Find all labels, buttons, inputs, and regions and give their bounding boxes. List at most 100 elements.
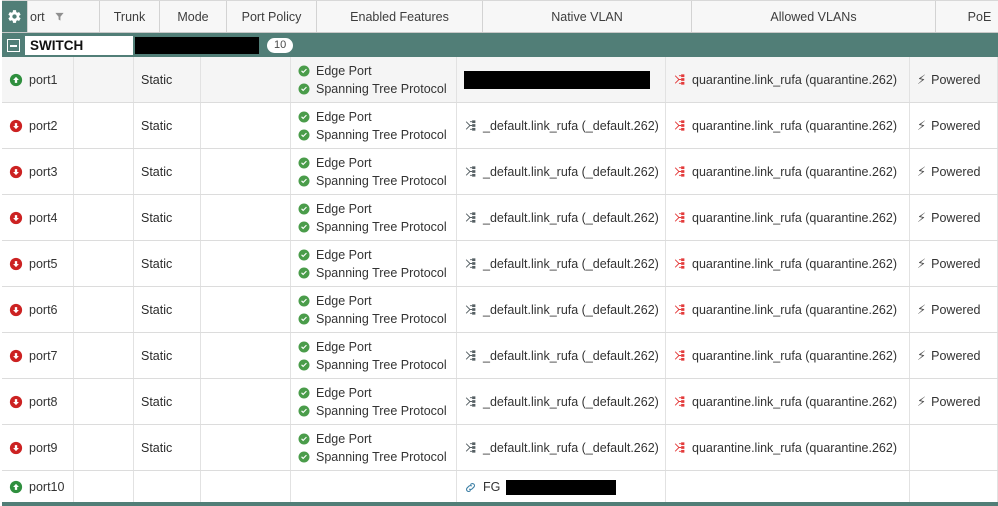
port-down-icon	[9, 211, 23, 225]
port-name: port1	[29, 72, 58, 87]
redacted-native-vlan	[506, 479, 617, 495]
enabled-feature: Spanning Tree Protocol	[298, 450, 447, 464]
port-down-icon	[9, 349, 23, 363]
cell-trunk	[74, 149, 134, 194]
table-row[interactable]: port3 Static Edge Port Spanning Tree Protoc…	[2, 149, 998, 195]
cell-trunk	[74, 103, 134, 148]
cell-mode: Static	[134, 287, 201, 332]
vlan-network-icon	[673, 303, 686, 316]
poe-status-label: Powered	[931, 302, 981, 317]
enabled-feature: Spanning Tree Protocol	[298, 174, 447, 188]
gear-icon	[7, 9, 22, 24]
cell-port[interactable]: port2	[2, 103, 74, 148]
column-header-trunk[interactable]: Trunk	[100, 1, 160, 32]
check-circle-icon	[298, 65, 310, 77]
table-row[interactable]: port8 Static Edge Port Spanning Tree Protoc…	[2, 379, 998, 425]
cell-port-policy	[201, 471, 291, 503]
link-icon	[464, 481, 477, 494]
table-row[interactable]: port5 Static Edge Port Spanning Tree Protoc…	[2, 241, 998, 287]
column-header-poe[interactable]: PoE	[936, 1, 998, 32]
bolt-icon: ⚡	[917, 72, 927, 87]
cell-enabled-features: Edge Port Spanning Tree Protocol	[291, 287, 457, 332]
cell-trunk	[74, 57, 134, 102]
vlan-network-icon	[464, 441, 477, 454]
cell-port-policy	[201, 333, 291, 378]
cell-port[interactable]: port1	[2, 57, 74, 102]
cell-trunk	[74, 195, 134, 240]
cell-native-vlan: FG	[457, 471, 666, 503]
column-header-native-vlan[interactable]: Native VLAN	[483, 1, 692, 32]
cell-port-policy	[201, 241, 291, 286]
table-row[interactable]: port2 Static Edge Port Spanning Tree Protoc…	[2, 103, 998, 149]
cell-port[interactable]: port10	[2, 471, 74, 503]
poe-status: ⚡ Powered	[917, 119, 980, 133]
cell-port-policy	[201, 57, 291, 102]
cell-port-policy	[201, 379, 291, 424]
column-header-port[interactable]: ort	[28, 1, 100, 32]
cell-port[interactable]: port8	[2, 379, 74, 424]
check-circle-icon	[298, 221, 310, 233]
cell-allowed-vlans: quarantine.link_rufa (quarantine.262)	[666, 149, 910, 194]
bolt-icon: ⚡	[917, 118, 927, 133]
cell-port-policy	[201, 425, 291, 470]
column-settings-button[interactable]	[2, 1, 28, 32]
allowed-vlan-label: quarantine.link_rufa (quarantine.262)	[692, 118, 897, 133]
cell-port[interactable]: port3	[2, 149, 74, 194]
enabled-feature: Spanning Tree Protocol	[298, 404, 447, 418]
allowed-vlan-label: quarantine.link_rufa (quarantine.262)	[692, 72, 897, 87]
cell-port[interactable]: port9	[2, 425, 74, 470]
cell-native-vlan: _default.link_rufa (_default.262)	[457, 241, 666, 286]
port-name: port3	[29, 164, 58, 179]
table-body: port1 Static Edge Port Spanning Tree Protoc…	[2, 57, 998, 504]
vlan-network-icon	[464, 395, 477, 408]
native-vlan-label: _default.link_rufa (_default.262)	[483, 164, 659, 179]
table-row[interactable]: port9 Static Edge Port Spanning Tree Protoc…	[2, 425, 998, 471]
enabled-feature-label: Edge Port	[316, 385, 372, 400]
cell-port[interactable]: port6	[2, 287, 74, 332]
allowed-vlan-label: quarantine.link_rufa (quarantine.262)	[692, 256, 897, 271]
vlan-network-icon	[673, 165, 686, 178]
column-header-mode[interactable]: Mode	[160, 1, 227, 32]
allowed-vlan-label: quarantine.link_rufa (quarantine.262)	[692, 164, 897, 179]
enabled-feature-label: Edge Port	[316, 155, 372, 170]
filter-icon[interactable]	[54, 11, 65, 22]
cell-enabled-features: Edge Port Spanning Tree Protocol	[291, 379, 457, 424]
column-header-enabled-features[interactable]: Enabled Features	[317, 1, 483, 32]
table-row[interactable]: port4 Static Edge Port Spanning Tree Protoc…	[2, 195, 998, 241]
cell-native-vlan: _default.link_rufa (_default.262)	[457, 333, 666, 378]
vlan-network-icon	[464, 257, 477, 270]
cell-port[interactable]: port4	[2, 195, 74, 240]
check-circle-icon	[298, 175, 310, 187]
table-row[interactable]: port10 FG	[2, 471, 998, 504]
cell-native-vlan: _default.link_rufa (_default.262)	[457, 149, 666, 194]
group-row-switch[interactable]: SWITCH 10	[2, 33, 998, 57]
table-row[interactable]: port6 Static Edge Port Spanning Tree Protoc…	[2, 287, 998, 333]
cell-enabled-features: Edge Port Spanning Tree Protocol	[291, 425, 457, 470]
allowed-vlan-label: quarantine.link_rufa (quarantine.262)	[692, 348, 897, 363]
check-circle-icon	[298, 111, 310, 123]
native-vlan-value: _default.link_rufa (_default.262)	[464, 165, 659, 179]
allowed-vlan-value: quarantine.link_rufa (quarantine.262)	[673, 165, 897, 179]
table-row[interactable]: port1 Static Edge Port Spanning Tree Protoc…	[2, 57, 998, 103]
check-circle-icon	[298, 359, 310, 371]
collapse-icon[interactable]	[7, 38, 20, 52]
port-name: port2	[29, 118, 58, 133]
column-header-port-policy[interactable]: Port Policy	[227, 1, 317, 32]
native-vlan-label: _default.link_rufa (_default.262)	[483, 440, 659, 455]
port-name: port9	[29, 440, 58, 455]
vlan-network-icon	[464, 119, 477, 132]
enabled-feature-label: Spanning Tree Protocol	[316, 81, 447, 96]
cell-mode: Static	[134, 195, 201, 240]
enabled-feature-label: Edge Port	[316, 247, 372, 262]
cell-port[interactable]: port5	[2, 241, 74, 286]
cell-port[interactable]: port7	[2, 333, 74, 378]
cell-allowed-vlans: quarantine.link_rufa (quarantine.262)	[666, 425, 910, 470]
table-row[interactable]: port7 Static Edge Port Spanning Tree Protoc…	[2, 333, 998, 379]
allowed-vlan-value: quarantine.link_rufa (quarantine.262)	[673, 395, 897, 409]
cell-port-policy	[201, 103, 291, 148]
check-circle-icon	[298, 451, 310, 463]
port-down-icon	[9, 441, 23, 455]
column-header-allowed-vlans[interactable]: Allowed VLANs	[692, 1, 936, 32]
cell-mode: Static	[134, 149, 201, 194]
cell-poe: ⚡ Powered	[910, 333, 998, 378]
